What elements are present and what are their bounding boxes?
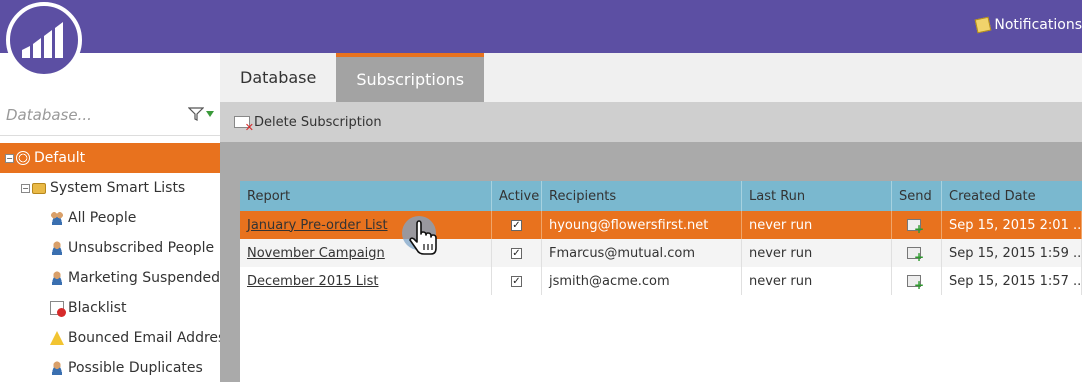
created-date-cell: Sep 15, 2015 2:01 ... (942, 211, 1082, 239)
people-group-icon (50, 211, 64, 225)
content-area: Report Active Recipients Last Run Send C… (220, 142, 1082, 382)
tree-item-unsubscribed-people[interactable]: Unsubscribed People (0, 233, 220, 263)
report-cell: January Pre-order List (240, 211, 492, 239)
column-header-last-run[interactable]: Last Run (742, 181, 892, 211)
tree-item-label: Possible Duplicates (68, 360, 203, 376)
warning-icon (50, 331, 64, 345)
database-tree: − Default − System Smart Lists All Peopl… (0, 143, 233, 382)
tree-item-blacklist[interactable]: Blacklist (0, 293, 220, 323)
top-bar: Notifications (0, 0, 1082, 53)
recipients-cell: jsmith@acme.com (542, 267, 742, 295)
tab-label: Database (240, 68, 317, 87)
person-icon (50, 241, 64, 255)
main-panel: Database Subscriptions Delete Subscripti… (220, 53, 1082, 382)
column-header-created-date[interactable]: Created Date (942, 181, 1082, 211)
notifications-link[interactable]: Notifications (975, 16, 1082, 34)
collapse-toggle-icon[interactable]: − (21, 183, 30, 193)
send-cell (892, 267, 942, 295)
folder-icon (32, 182, 46, 194)
database-search (0, 98, 220, 136)
tab-label: Subscriptions (356, 70, 465, 89)
active-cell: ✓ (492, 267, 542, 295)
tree-item-system-smart-lists[interactable]: − System Smart Lists (0, 173, 220, 203)
report-link[interactable]: January Pre-order List (247, 218, 388, 233)
send-report-icon[interactable] (907, 275, 924, 292)
person-add-icon (50, 361, 64, 375)
sidebar: − Default − System Smart Lists All Peopl… (0, 53, 233, 382)
tree-item-bounced-email-address[interactable]: Bounced Email Address (0, 323, 233, 353)
tree-item-label: Marketing Suspended (68, 270, 221, 286)
globe-icon (16, 151, 30, 165)
column-header-active[interactable]: Active (492, 181, 542, 211)
active-checkbox[interactable]: ✓ (511, 219, 522, 231)
report-cell: November Campaign (240, 239, 492, 267)
column-header-recipients[interactable]: Recipients (542, 181, 742, 211)
active-cell: ✓ (492, 239, 542, 267)
chevron-down-icon (206, 111, 214, 117)
filter-icon (188, 107, 204, 121)
report-cell: December 2015 List (240, 267, 492, 295)
tree-item-label: Unsubscribed People (68, 240, 215, 256)
recipients-cell: Fmarcus@mutual.com (542, 239, 742, 267)
tree-item-possible-duplicates[interactable]: Possible Duplicates (0, 353, 220, 382)
tree-item-label: Default (34, 150, 86, 166)
recipients-cell: hyoung@flowersfirst.net (542, 211, 742, 239)
tab-bar: Database Subscriptions (220, 53, 1082, 102)
send-report-icon[interactable] (907, 247, 924, 264)
last-run-cell: never run (742, 239, 892, 267)
notifications-label: Notifications (994, 17, 1082, 33)
last-run-cell: never run (742, 267, 892, 295)
column-header-report[interactable]: Report (240, 181, 492, 211)
tree-item-default[interactable]: − Default (0, 143, 220, 173)
delete-icon (234, 116, 254, 134)
marketo-logo[interactable] (6, 2, 82, 78)
active-checkbox[interactable]: ✓ (511, 275, 522, 287)
collapse-toggle-icon[interactable]: − (5, 153, 14, 163)
report-link[interactable]: December 2015 List (247, 274, 379, 289)
table-row[interactable]: November Campaign ✓ Fmarcus@mutual.com n… (240, 239, 1082, 267)
delete-subscription-button[interactable]: Delete Subscription (234, 114, 382, 134)
created-date-cell: Sep 15, 2015 1:57 ... (942, 267, 1082, 295)
tree-item-marketing-suspended[interactable]: Marketing Suspended (0, 263, 220, 293)
send-cell (892, 239, 942, 267)
filter-button[interactable] (188, 107, 214, 121)
report-link[interactable]: November Campaign (247, 246, 385, 261)
tab-subscriptions[interactable]: Subscriptions (336, 53, 485, 102)
tab-database[interactable]: Database (220, 53, 336, 102)
tree-item-all-people[interactable]: All People (0, 203, 220, 233)
created-date-cell: Sep 15, 2015 1:59 ... (942, 239, 1082, 267)
table-row[interactable]: December 2015 List ✓ jsmith@acme.com nev… (240, 267, 1082, 295)
table-row[interactable]: January Pre-order List ✓ hyoung@flowersf… (240, 211, 1082, 239)
tree-item-label: Bounced Email Address (68, 330, 233, 346)
person-icon (50, 271, 64, 285)
notification-icon (975, 16, 992, 34)
subscriptions-grid: Report Active Recipients Last Run Send C… (240, 181, 1082, 382)
send-report-icon[interactable] (907, 219, 924, 236)
blacklist-icon (50, 301, 66, 317)
tree-item-label: System Smart Lists (50, 180, 186, 196)
grid-header: Report Active Recipients Last Run Send C… (240, 181, 1082, 211)
active-checkbox[interactable]: ✓ (511, 247, 522, 259)
logo-bars-icon (22, 22, 63, 58)
database-search-input[interactable] (6, 106, 176, 124)
toolbar: Delete Subscription (220, 102, 1082, 142)
send-cell (892, 211, 942, 239)
last-run-cell: never run (742, 211, 892, 239)
active-cell: ✓ (492, 211, 542, 239)
tree-item-label: Blacklist (68, 300, 127, 316)
tree-item-label: All People (68, 210, 137, 226)
delete-subscription-label: Delete Subscription (254, 114, 382, 130)
column-header-send[interactable]: Send (892, 181, 942, 211)
